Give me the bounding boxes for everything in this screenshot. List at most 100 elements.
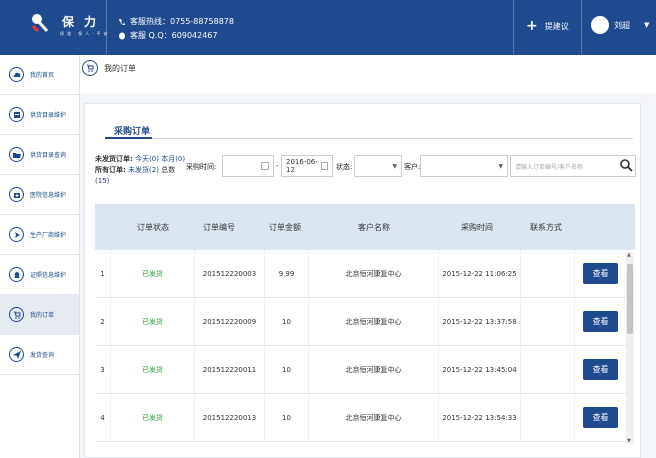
view-button[interactable]: 查看 — [583, 407, 618, 428]
column-header: 采购时间 — [461, 222, 493, 232]
sidebar-item-shipping-query[interactable]: 发货查询 — [0, 335, 79, 375]
unshipped-label: 未发货订单: — [95, 155, 133, 163]
table-scrollbar[interactable]: ▲ ▼ — [626, 252, 634, 444]
view-button[interactable]: 查看 — [583, 263, 618, 284]
sidebar-item-license[interactable]: 证照信息维护 — [0, 255, 79, 295]
order-amount: 9.99 — [265, 250, 309, 297]
column-header: 订单编号 — [203, 222, 235, 232]
view-button[interactable]: 查看 — [583, 359, 618, 380]
contact — [521, 346, 575, 393]
bell-icon — [9, 267, 24, 282]
customer-name: 北京恒河康复中心 — [309, 394, 439, 441]
suggest-button[interactable]: + 提建议 — [526, 19, 569, 33]
suggest-label: 提建议 — [544, 21, 569, 31]
order-status: 已发货 — [111, 394, 195, 441]
total-label: 总数 — [161, 166, 176, 174]
table-row: 4 已发货 201512220013 10 北京恒河康复中心 2015-12-2… — [95, 394, 626, 442]
tab-purchase-orders[interactable]: 采购订单 — [114, 124, 150, 137]
phone-icon — [119, 18, 125, 25]
column-header: 订单金额 — [269, 222, 301, 232]
sidebar-item-catalog-maintain[interactable]: 供货目录维护 — [0, 95, 79, 135]
row-index: 2 — [95, 298, 111, 345]
action-cell: 查看 — [575, 250, 626, 297]
sidebar-item-label: 生产厂商维护 — [30, 232, 67, 239]
scroll-up-icon[interactable]: ▲ — [627, 252, 631, 258]
action-cell: 查看 — [575, 346, 626, 393]
column-header: 联系方式 — [530, 222, 562, 232]
all-unshipped-link[interactable]: 未发货(2) — [128, 166, 159, 174]
row-index: 1 — [95, 250, 111, 297]
sidebar-item-manufacturer[interactable]: 生产厂商维护 — [0, 215, 79, 255]
sidebar-item-label: 我的首页 — [30, 72, 55, 79]
header-divider — [106, 0, 107, 55]
tab-divider — [105, 138, 633, 139]
search-icon[interactable] — [619, 158, 633, 172]
chevron-down-icon: ▼ — [498, 162, 503, 170]
sidebar-item-catalog-query[interactable]: 供货目录查询 — [0, 135, 79, 175]
sidebar-item-label: 供货目录查询 — [30, 152, 67, 159]
order-status: 已发货 — [111, 346, 195, 393]
user-name: 刘超 — [614, 20, 630, 30]
purchase-time: 2015-12-22 11:06:25 — [439, 250, 521, 297]
search-input[interactable]: 请输入订单编号/客户名称 — [510, 155, 636, 177]
sidebar: 我的首页 供货目录维护 供货目录查询 医院信息维护 生产厂商维护 证照信息维护 … — [0, 55, 80, 458]
table-row: 3 已发货 201512220011 10 北京恒河康复中心 2015-12-2… — [95, 346, 626, 394]
avatar — [591, 16, 609, 34]
order-number: 201512220011 — [195, 346, 265, 393]
date-from-input[interactable] — [222, 155, 274, 177]
purchase-time-label: 采购时间: — [186, 163, 217, 171]
table-row: 2 已发货 201512220009 10 北京恒河康复中心 2015-12-2… — [95, 298, 626, 346]
chevron-down-icon: ▼ — [644, 21, 650, 29]
plus-icon: + — [526, 18, 538, 34]
order-amount: 10 — [265, 394, 309, 441]
calendar-icon — [261, 162, 269, 170]
contact — [521, 250, 575, 297]
unshipped-today-link[interactable]: 今天(0) — [135, 155, 159, 163]
action-cell: 查看 — [575, 298, 626, 345]
hotline: 客服热线：0755-88758878 — [118, 16, 234, 27]
hotline-text: 客服热线：0755-88758878 — [130, 17, 234, 26]
sidebar-item-hospital[interactable]: 医院信息维护 — [0, 175, 79, 215]
order-number: 201512220003 — [195, 250, 265, 297]
qq-text: 客服 Q.Q：609042467 — [130, 31, 218, 40]
column-header: 客户名称 — [358, 222, 390, 232]
hospital-icon — [9, 187, 24, 202]
customer-name: 北京恒河康复中心 — [309, 346, 439, 393]
status-select[interactable]: ▼ — [354, 155, 402, 177]
send-icon — [9, 347, 24, 362]
tab-active-indicator — [105, 137, 152, 139]
customer-select[interactable]: ▼ — [420, 155, 508, 177]
sidebar-item-label: 证照信息维护 — [30, 272, 67, 279]
sidebar-item-label: 我的订单 — [30, 312, 55, 319]
table-row: 1 已发货 201512220003 9.99 北京恒河康复中心 2015-12… — [95, 250, 626, 298]
scrollbar-thumb[interactable] — [627, 264, 633, 334]
sidebar-item-home[interactable]: 我的首页 — [0, 55, 79, 95]
folder-icon — [9, 147, 24, 162]
top-header: 保力 保道·保人·平安 客服热线：0755-88758878 客服 Q.Q：60… — [0, 0, 656, 55]
contact — [521, 298, 575, 345]
user-menu[interactable]: 刘超 ▼ — [591, 16, 649, 34]
date-separator: - — [276, 162, 279, 170]
order-summary: 未发货订单: 今天(0) 本月(0) 所有订单: 未发货(2) 总数 (15) — [95, 154, 185, 187]
sidebar-item-my-orders[interactable]: 我的订单 — [0, 295, 79, 335]
date-to-value: 2016-06-12 — [286, 158, 318, 174]
scroll-down-icon[interactable]: ▼ — [627, 438, 631, 444]
order-status: 已发货 — [111, 250, 195, 297]
order-amount: 10 — [265, 298, 309, 345]
all-orders-label: 所有订单: — [95, 166, 126, 174]
header-divider — [581, 0, 582, 55]
total-count-link[interactable]: (15) — [95, 176, 185, 187]
sidebar-item-label: 发货查询 — [30, 352, 55, 359]
sidebar-item-label: 医院信息维护 — [30, 192, 67, 199]
purchase-time: 2015-12-22 13:45:04 — [439, 346, 521, 393]
cloud-icon — [9, 67, 24, 82]
date-to-input[interactable]: 2016-06-12 — [281, 155, 333, 177]
header-divider — [513, 0, 514, 55]
row-index: 3 — [95, 346, 111, 393]
order-number: 201512220009 — [195, 298, 265, 345]
row-index: 4 — [95, 394, 111, 441]
unshipped-month-link[interactable]: 本月(0) — [161, 155, 185, 163]
chevron-down-icon: ▼ — [392, 162, 397, 170]
calendar-icon — [320, 162, 328, 170]
view-button[interactable]: 查看 — [583, 311, 618, 332]
